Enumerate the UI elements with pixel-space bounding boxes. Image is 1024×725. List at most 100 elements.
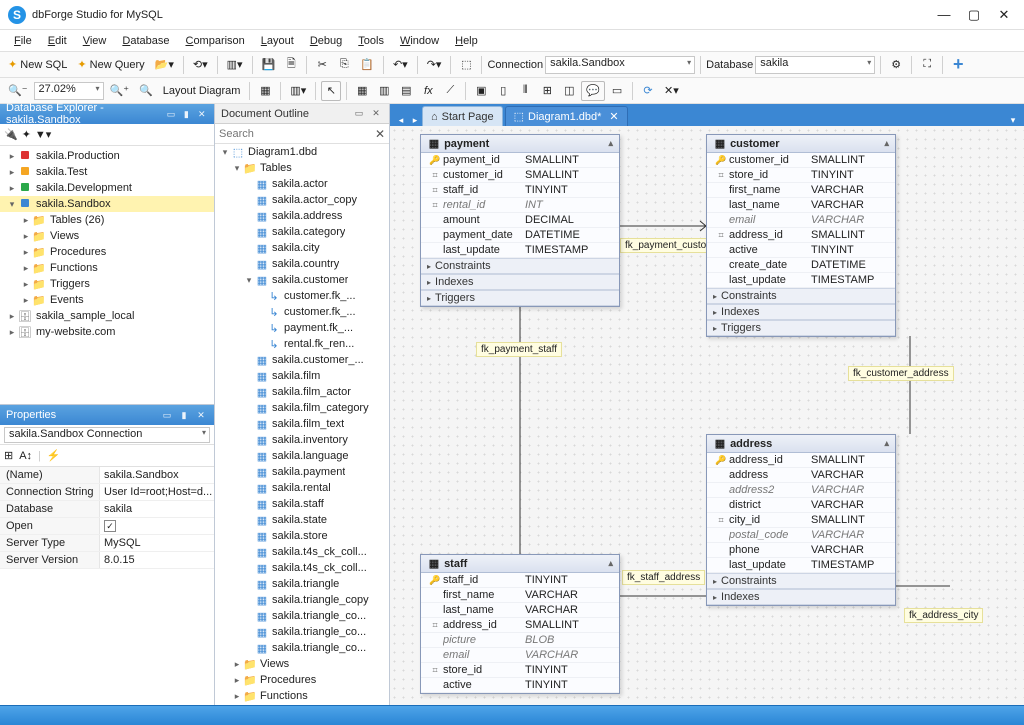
- outline-node[interactable]: ▦sakila.film_category: [215, 400, 389, 416]
- outline-node[interactable]: ▦sakila.triangle_co...: [215, 624, 389, 640]
- menu-comparison[interactable]: Comparison: [177, 33, 252, 49]
- diagram-canvas[interactable]: fk_payment_customer fk_payment_staff fk_…: [390, 126, 1024, 705]
- entity-column[interactable]: districtVARCHAR: [707, 498, 895, 513]
- panel-dock-button[interactable]: ▭: [165, 107, 177, 121]
- zoom-fit-button[interactable]: 🔍: [135, 81, 157, 101]
- property-row[interactable]: Server TypeMySQL: [0, 535, 214, 552]
- db-node[interactable]: ▸🗄my-website.com: [0, 324, 214, 340]
- prop-events-icon[interactable]: ⚡: [47, 449, 61, 462]
- property-row[interactable]: Server Version8.0.15: [0, 552, 214, 569]
- outline-node[interactable]: ▦sakila.customer_...: [215, 352, 389, 368]
- outline-search-input[interactable]: [219, 128, 385, 140]
- prop-pin-button[interactable]: ▮: [177, 408, 191, 422]
- property-row[interactable]: Open✓: [0, 518, 214, 535]
- entity-column[interactable]: ⌗address_idSMALLINT: [707, 228, 895, 243]
- collapse-icon[interactable]: ▴: [608, 138, 613, 149]
- outline-node[interactable]: ▦sakila.inventory: [215, 432, 389, 448]
- entity-header[interactable]: ▦ staff▴: [421, 555, 619, 573]
- view-tool[interactable]: ▥: [374, 81, 394, 101]
- entity-section[interactable]: Indexes: [707, 589, 895, 605]
- entity-section[interactable]: Triggers: [707, 320, 895, 336]
- entity-column[interactable]: last_updateTIMESTAMP: [421, 243, 619, 258]
- outline-node[interactable]: ↳rental.fk_ren...: [215, 336, 389, 352]
- database-combo[interactable]: sakila: [755, 56, 875, 74]
- menu-edit[interactable]: Edit: [40, 33, 75, 49]
- entity-column[interactable]: ⌗address_idSMALLINT: [421, 618, 619, 633]
- menu-database[interactable]: Database: [114, 33, 177, 49]
- entity-section[interactable]: Triggers: [421, 290, 619, 306]
- maximize-button[interactable]: ▢: [962, 5, 986, 25]
- entity-column[interactable]: pictureBLOB: [421, 633, 619, 648]
- stamp-tool[interactable]: ▭: [607, 81, 627, 101]
- tab-scroll-right[interactable]: ▸: [408, 115, 422, 126]
- entity-address[interactable]: ▦ address▴🔑address_idSMALLINTaddressVARC…: [706, 434, 896, 606]
- tab-diagram1-dbd-[interactable]: ⬚Diagram1.dbd*✕: [505, 106, 628, 126]
- outline-node[interactable]: ▦sakila.category: [215, 224, 389, 240]
- entity-column[interactable]: ⌗rental_idINT: [421, 198, 619, 213]
- entity-column[interactable]: create_dateDATETIME: [707, 258, 895, 273]
- tab-list-button[interactable]: ▾: [1006, 115, 1020, 126]
- db-node[interactable]: ▸📁Functions: [0, 260, 214, 276]
- cut-button[interactable]: ✂: [312, 55, 332, 75]
- tab-scroll-left[interactable]: ◂: [394, 115, 408, 126]
- close-button[interactable]: ✕: [992, 5, 1016, 25]
- menu-layout[interactable]: Layout: [253, 33, 302, 49]
- entity-column[interactable]: last_updateTIMESTAMP: [707, 558, 895, 573]
- save-button[interactable]: 💾: [258, 55, 280, 75]
- panel-pin-button[interactable]: ▮: [180, 107, 192, 121]
- db-node[interactable]: ▸📁Procedures: [0, 244, 214, 260]
- pointer-tool[interactable]: ↖: [321, 81, 341, 101]
- outline-node[interactable]: ▦sakila.film_actor: [215, 384, 389, 400]
- menu-tools[interactable]: Tools: [350, 33, 392, 49]
- entity-column[interactable]: ⌗city_idSMALLINT: [707, 513, 895, 528]
- entity-column[interactable]: first_nameVARCHAR: [707, 183, 895, 198]
- grid-tool[interactable]: ▤: [396, 81, 416, 101]
- outline-node[interactable]: ▦sakila.address: [215, 208, 389, 224]
- outline-node[interactable]: ▦sakila.store: [215, 528, 389, 544]
- properties-subject-combo[interactable]: sakila.Sandbox Connection: [4, 427, 210, 443]
- copy-button[interactable]: ⎘: [334, 55, 354, 75]
- arrange-1[interactable]: ▣: [471, 81, 491, 101]
- entity-header[interactable]: ▦ address▴: [707, 435, 895, 453]
- entity-column[interactable]: phoneVARCHAR: [707, 543, 895, 558]
- layout-diagram-button[interactable]: Layout Diagram: [159, 81, 245, 101]
- paste-button[interactable]: 📋: [356, 55, 378, 75]
- arrange-3[interactable]: ⫴: [515, 81, 535, 101]
- prop-close-button[interactable]: ✕: [194, 408, 208, 422]
- entity-column[interactable]: postal_codeVARCHAR: [707, 528, 895, 543]
- zoom-combo[interactable]: 27.02%: [34, 82, 104, 100]
- outline-node[interactable]: ▦sakila.city: [215, 240, 389, 256]
- db-node[interactable]: ▸📁Events: [0, 292, 214, 308]
- clear-button[interactable]: ✕▾: [660, 81, 683, 101]
- outline-node[interactable]: ▦sakila.actor_copy: [215, 192, 389, 208]
- entity-staff[interactable]: ▦ staff▴🔑staff_idTINYINTfirst_nameVARCHA…: [420, 554, 620, 694]
- outline-node[interactable]: ▦sakila.country: [215, 256, 389, 272]
- entity-header[interactable]: ▦ customer▴: [707, 135, 895, 153]
- diagram-viewport[interactable]: fk_payment_customer fk_payment_staff fk_…: [390, 126, 1024, 705]
- menu-help[interactable]: Help: [447, 33, 486, 49]
- zoom-in-button[interactable]: 🔍⁺: [106, 81, 134, 101]
- entity-column[interactable]: ⌗store_idTINYINT: [707, 168, 895, 183]
- panel-close-button[interactable]: ✕: [196, 107, 208, 121]
- group-tool[interactable]: ◫: [559, 81, 579, 101]
- db-connect-icon[interactable]: 🔌: [4, 128, 18, 141]
- entity-payment[interactable]: ▦ payment▴🔑payment_idSMALLINT⌗customer_i…: [420, 134, 620, 307]
- entity-column[interactable]: ⌗customer_idSMALLINT: [421, 168, 619, 183]
- prop-sort-icon[interactable]: A↕: [19, 450, 32, 462]
- arrange-2[interactable]: ▯: [493, 81, 513, 101]
- redo-button[interactable]: ↷▾: [423, 55, 446, 75]
- outline-node[interactable]: ▦sakila.language: [215, 448, 389, 464]
- tool-btn-1[interactable]: ▥▾: [223, 55, 247, 75]
- outline-node[interactable]: ↳payment.fk_...: [215, 320, 389, 336]
- tab-close-icon[interactable]: ✕: [609, 110, 618, 123]
- db-explorer-tree[interactable]: ▸sakila.Production▸sakila.Test▸sakila.De…: [0, 146, 214, 404]
- outline-node[interactable]: ▦sakila.triangle_co...: [215, 640, 389, 656]
- menu-window[interactable]: Window: [392, 33, 447, 49]
- refresh-button[interactable]: ⟳: [638, 81, 658, 101]
- open-dropdown[interactable]: 📂▾: [151, 55, 178, 75]
- outline-node[interactable]: ▦sakila.rental: [215, 480, 389, 496]
- fk-label-address-city[interactable]: fk_address_city: [904, 608, 983, 623]
- entity-section[interactable]: Constraints: [707, 573, 895, 589]
- entity-column[interactable]: 🔑address_idSMALLINT: [707, 453, 895, 468]
- connection-combo[interactable]: sakila.Sandbox: [545, 56, 695, 74]
